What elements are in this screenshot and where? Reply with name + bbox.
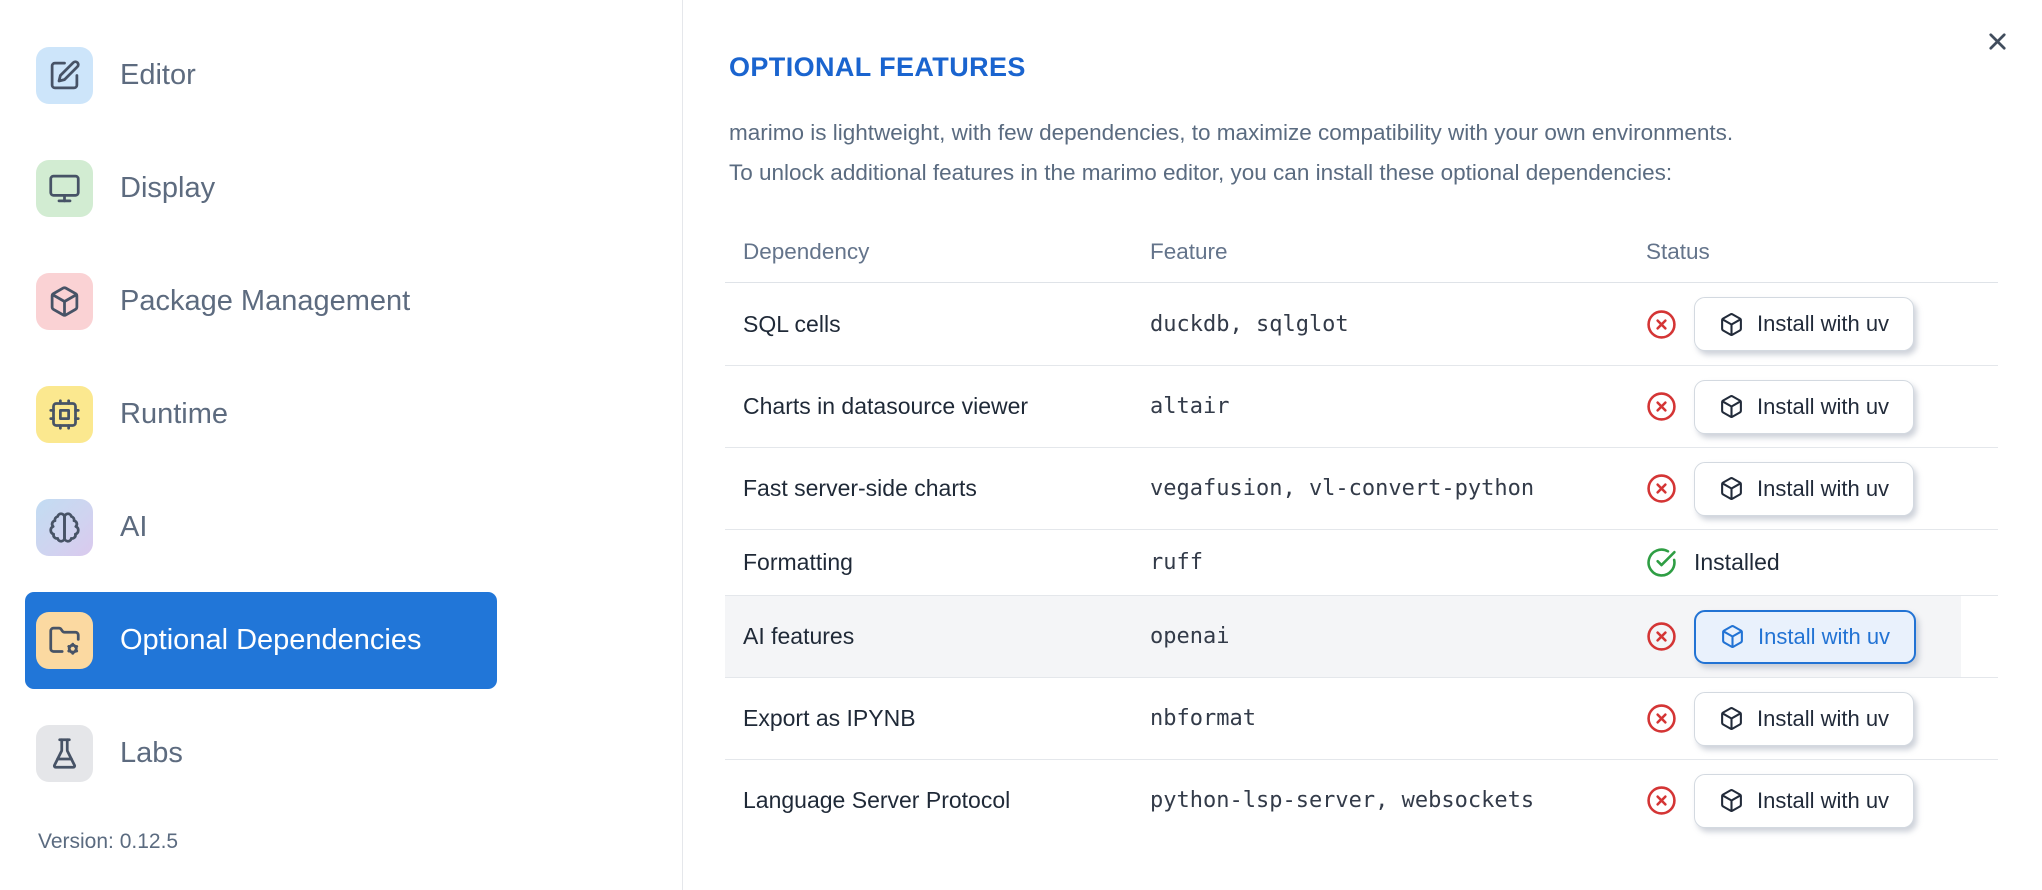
dependency-cell: Fast server-side charts <box>743 475 977 501</box>
install-button-label: Install with uv <box>1758 623 1891 649</box>
sidebar-item-package-management[interactable]: Package Management <box>25 253 497 350</box>
status-cell: Install with uv <box>1641 773 1998 828</box>
status-cell: Install with uv <box>1641 691 1998 746</box>
install-with-uv-button[interactable]: Install with uv <box>1694 297 1915 351</box>
dependency-cell: Language Server Protocol <box>743 787 1011 813</box>
page-title: OPTIONAL FEATURES <box>729 52 1026 82</box>
feature-cell: python-lsp-server, websockets <box>1150 788 1535 813</box>
table-body: SQL cells duckdb, sqlglot Install with u… <box>725 283 1998 841</box>
install-with-uv-button[interactable]: Install with uv <box>1694 609 1917 664</box>
feature-cell: ruff <box>1150 550 1203 575</box>
sidebar-item-optional-dependencies[interactable]: Optional Dependencies <box>25 592 497 689</box>
install-with-uv-button[interactable]: Install with uv <box>1694 379 1915 434</box>
sidebar-item-labs[interactable]: Labs <box>25 705 497 802</box>
flask-icon <box>36 725 93 782</box>
column-header-dependency: Dependency <box>743 238 870 264</box>
install-button-label: Install with uv <box>1757 475 1890 501</box>
status-missing-icon <box>1646 391 1677 422</box>
box-icon <box>1719 312 1744 337</box>
status-missing-icon <box>1646 309 1677 340</box>
status-cell: Install with uv <box>1641 461 1998 516</box>
dependency-cell: Charts in datasource viewer <box>743 393 1029 419</box>
table-row: Charts in datasource viewer altair Insta… <box>725 365 1998 447</box>
box-icon <box>1720 624 1745 649</box>
sidebar-item-runtime[interactable]: Runtime <box>25 366 497 463</box>
version-label: Version: 0.12.5 <box>38 830 179 853</box>
sidebar-item-label: AI <box>120 511 148 543</box>
optional-features-table: Dependency Feature Status SQL cells duck… <box>725 221 1998 841</box>
sidebar-item-label: Labs <box>120 737 183 769</box>
sidebar-item-display[interactable]: Display <box>25 140 497 237</box>
brain-icon <box>36 499 93 556</box>
table-row: Export as IPYNB nbformat Install with uv <box>725 677 1998 759</box>
installed-label: Installed <box>1694 549 1780 575</box>
status-cell: Install with uv <box>1641 379 1998 434</box>
settings-panel: OPTIONAL FEATURES marimo is lightweight,… <box>684 0 2042 890</box>
close-button[interactable] <box>1976 22 2018 64</box>
table-row: Language Server Protocol python-lsp-serv… <box>725 759 1998 841</box>
table-row: AI features openai Install with uv <box>725 595 1998 677</box>
feature-cell: nbformat <box>1150 706 1256 731</box>
sidebar-item-label: Editor <box>120 59 196 91</box>
install-button-label: Install with uv <box>1757 787 1890 813</box>
install-button-label: Install with uv <box>1757 393 1890 419</box>
install-with-uv-button[interactable]: Install with uv <box>1694 461 1915 516</box>
status-installed-icon <box>1646 547 1677 578</box>
sidebar-item-label: Runtime <box>120 398 228 430</box>
sidebar-item-label: Optional Dependencies <box>120 624 422 656</box>
status-missing-icon <box>1646 473 1677 504</box>
box-icon <box>1719 394 1744 419</box>
table-row: Fast server-side charts vegafusion, vl-c… <box>725 447 1998 529</box>
box-icon <box>1719 788 1744 813</box>
monitor-icon <box>36 160 93 217</box>
square-pen-icon <box>36 47 93 104</box>
description-line: To unlock additional features in the mar… <box>729 160 1673 185</box>
sidebar-item-editor[interactable]: Editor <box>25 27 497 124</box>
dependency-cell: Formatting <box>743 549 853 575</box>
feature-cell: altair <box>1150 394 1230 419</box>
feature-cell: openai <box>1150 624 1230 649</box>
column-header-feature: Feature <box>1150 238 1228 264</box>
install-with-uv-button[interactable]: Install with uv <box>1694 773 1915 828</box>
close-icon <box>1984 28 2011 58</box>
status-cell: Install with uv <box>1641 609 1998 664</box>
table-header-row: Dependency Feature Status <box>725 221 1998 283</box>
settings-sidebar: Editor Display Package Management Runtim… <box>0 0 683 890</box>
feature-cell: vegafusion, vl-convert-python <box>1150 476 1535 501</box>
dependency-cell: AI features <box>743 623 855 649</box>
status-cell: Install with uv <box>1641 297 1998 351</box>
status-missing-icon <box>1646 621 1677 652</box>
table-row: Formatting ruff Installed <box>725 529 1998 595</box>
dependency-cell: Export as IPYNB <box>743 705 916 731</box>
panel-description: marimo is lightweight, with few dependen… <box>729 113 2042 193</box>
table-row: SQL cells duckdb, sqlglot Install with u… <box>725 283 1998 365</box>
status-cell: Installed <box>1641 547 1998 578</box>
cpu-icon <box>36 386 93 443</box>
sidebar-item-ai[interactable]: AI <box>25 479 497 576</box>
status-missing-icon <box>1646 703 1677 734</box>
install-button-label: Install with uv <box>1757 705 1890 731</box>
description-line: marimo is lightweight, with few dependen… <box>729 120 1734 145</box>
sidebar-item-label: Display <box>120 172 216 204</box>
install-button-label: Install with uv <box>1757 311 1890 336</box>
status-missing-icon <box>1646 785 1677 816</box>
folder-cog-icon <box>36 612 93 669</box>
sidebar-category-list: Editor Display Package Management Runtim… <box>0 27 682 802</box>
feature-cell: duckdb, sqlglot <box>1150 311 1349 337</box>
install-with-uv-button[interactable]: Install with uv <box>1694 691 1915 746</box>
box-icon <box>1719 476 1744 501</box>
package-icon <box>36 273 93 330</box>
dependency-cell: SQL cells <box>743 310 841 337</box>
box-icon <box>1719 706 1744 731</box>
column-header-status: Status <box>1646 238 1710 264</box>
sidebar-item-label: Package Management <box>120 285 411 317</box>
